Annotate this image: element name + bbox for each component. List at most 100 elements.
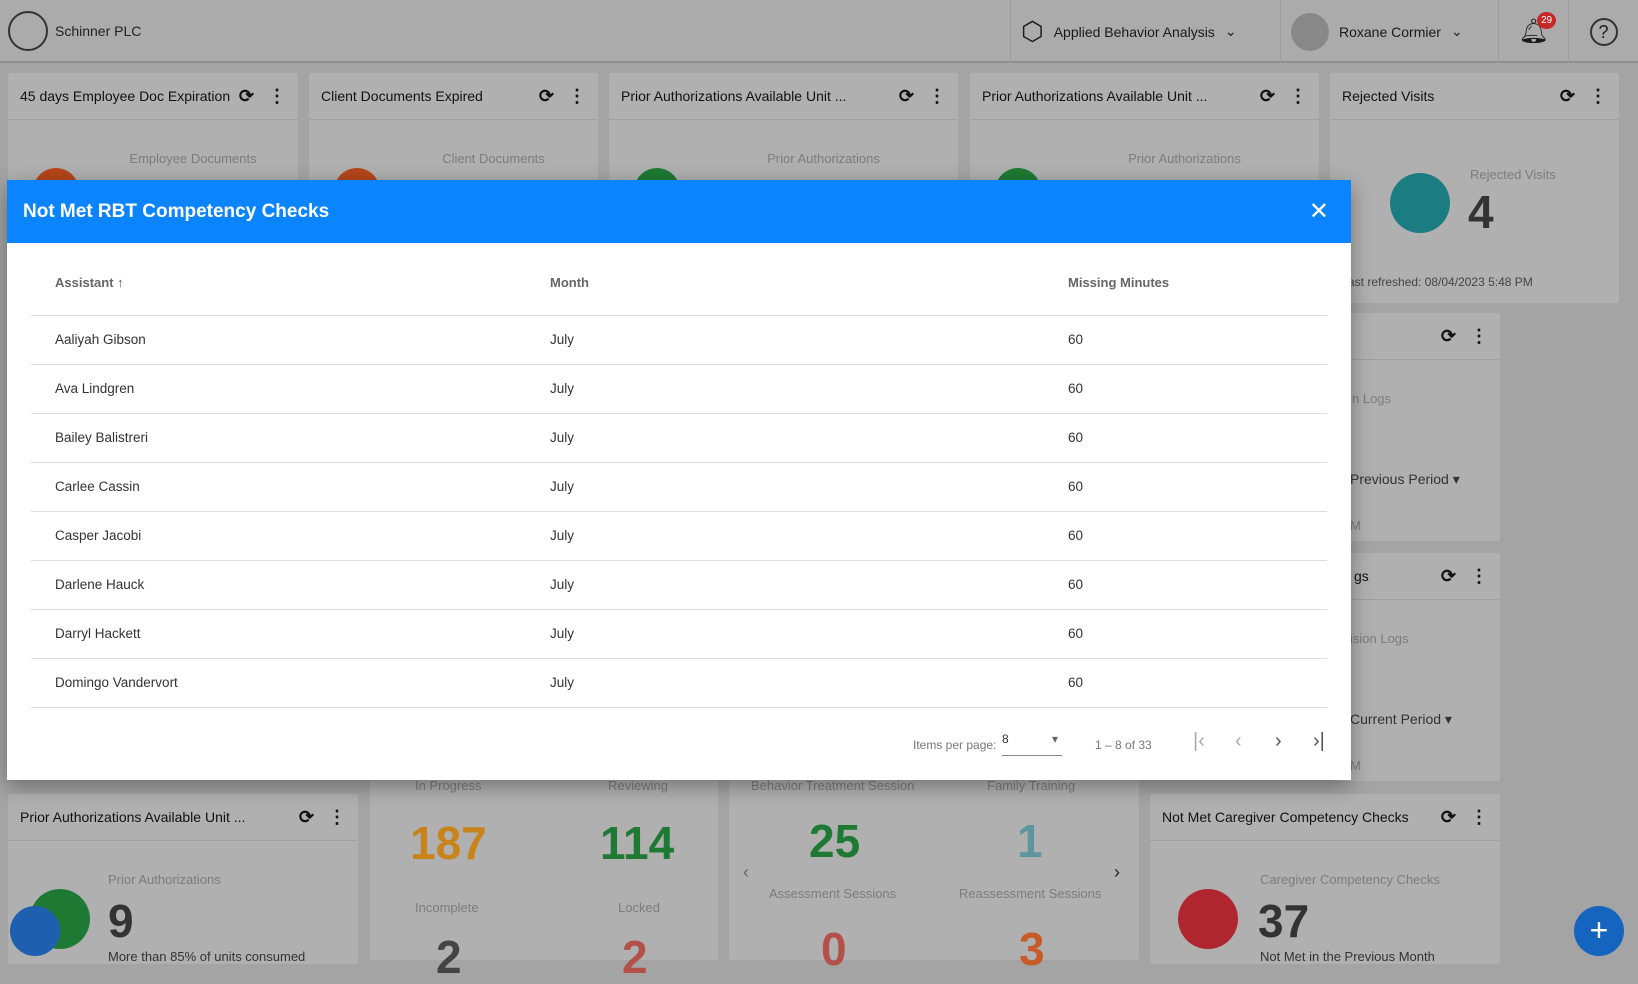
refresh-icon[interactable]: ⟳ — [539, 86, 554, 107]
top-header: Schinner PLC ⬡ Applied Behavior Analysis… — [0, 0, 1638, 63]
more-vert-icon[interactable]: ⋮ — [1470, 326, 1488, 347]
stat-value[interactable]: 1 — [1017, 814, 1043, 868]
modal-dialog: Not Met RBT Competency Checks ✕ Assistan… — [7, 180, 1351, 780]
refresh-icon[interactable]: ⟳ — [1441, 807, 1456, 828]
table-row[interactable]: Domingo Vandervort July 60 — [31, 658, 1327, 707]
refresh-icon[interactable]: ⟳ — [1441, 326, 1456, 347]
carousel-next-icon[interactable]: › — [1114, 862, 1120, 883]
more-vert-icon[interactable]: ⋮ — [1589, 86, 1607, 107]
notes-card: In Progress Reviewing 187 114 Incomplete… — [370, 778, 718, 983]
card-footer: M — [1350, 518, 1361, 533]
per-page-value: 8 — [1002, 732, 1009, 746]
column-header-month[interactable]: Month — [550, 275, 589, 290]
stat-value[interactable]: 2 — [436, 930, 462, 984]
card-title: Prior Authorizations Available Unit ... — [20, 809, 246, 825]
carousel-prev-icon[interactable]: ‹ — [743, 862, 749, 883]
module-name: Applied Behavior Analysis — [1053, 23, 1215, 40]
period-dropdown[interactable]: Current Period ▾ — [1350, 711, 1452, 728]
period-dropdown[interactable]: Previous Period ▾ — [1350, 471, 1460, 488]
more-vert-icon[interactable]: ⋮ — [1470, 566, 1488, 587]
card-subtitle: Rejected Visits — [1470, 167, 1556, 182]
last-refreshed: ast refreshed: 08/04/2023 5:48 PM — [1348, 275, 1533, 289]
period-value: Current Period — [1350, 711, 1442, 727]
stat-value[interactable]: 3 — [1019, 922, 1045, 976]
card-subtitle: Caregiver Competency Checks — [1260, 872, 1440, 887]
help-button[interactable]: ? — [1568, 0, 1638, 63]
prev-page-icon[interactable]: ‹ — [1235, 730, 1242, 753]
dashboard-card: gs ⟳ ⋮ ision Logs Current Period ▾ M — [1330, 553, 1500, 781]
sessions-card: Behavior Treatment Session Family Traini… — [729, 778, 1139, 975]
stat-label: Assessment Sessions — [769, 886, 897, 901]
next-page-icon[interactable]: › — [1275, 730, 1282, 753]
assistant-cell: Casper Jacobi — [55, 528, 142, 543]
document-icon — [1390, 173, 1450, 233]
more-vert-icon[interactable]: ⋮ — [328, 807, 346, 828]
user-name: Roxane Cormier — [1339, 23, 1441, 40]
module-selector[interactable]: ⬡ Applied Behavior Analysis ⌄ — [1010, 0, 1280, 63]
assistant-cell: Bailey Balistreri — [55, 430, 149, 445]
accessibility-widget-icon[interactable] — [10, 906, 60, 956]
table-bottom-divider — [31, 707, 1327, 708]
month-cell: July — [550, 577, 575, 592]
stat-label: Locked — [618, 900, 660, 915]
modal-title: Not Met RBT Competency Checks — [23, 200, 330, 222]
refresh-icon[interactable]: ⟳ — [239, 86, 254, 107]
last-page-icon[interactable]: ›| — [1313, 730, 1325, 753]
company-logo-icon — [8, 11, 48, 51]
column-header-assistant[interactable]: Assistant ↑ — [55, 275, 124, 290]
table-row[interactable]: Darlene Hauck July 60 — [31, 560, 1327, 609]
month-cell: July — [550, 332, 575, 347]
stat-label: In Progress — [415, 778, 482, 793]
more-vert-icon[interactable]: ⋮ — [568, 86, 586, 107]
assistant-cell: Darryl Hackett — [55, 626, 141, 641]
items-per-page-select[interactable]: 8 ▾ — [1002, 732, 1062, 756]
month-cell: July — [550, 381, 575, 396]
refresh-icon[interactable]: ⟳ — [299, 807, 314, 828]
card-subtitle: Employee Documents — [129, 151, 257, 166]
refresh-icon[interactable]: ⟳ — [1260, 86, 1275, 107]
dashboard-card: Prior Authorizations Available Unit ... ⟳… — [609, 73, 958, 214]
card-title: Not Met Caregiver Competency Checks — [1162, 809, 1409, 825]
assistant-cell: Domingo Vandervort — [55, 675, 178, 690]
table-row[interactable]: Carlee Cassin July 60 — [31, 462, 1327, 511]
first-page-icon[interactable]: |‹ — [1193, 730, 1205, 753]
column-header-missing-minutes[interactable]: Missing Minutes — [1068, 275, 1169, 290]
dropdown-arrow-icon: ▾ — [1051, 732, 1058, 746]
table-row[interactable]: Darryl Hackett July 60 — [31, 609, 1327, 658]
card-footer: More than 85% of units consumed — [108, 949, 306, 964]
stat-value[interactable]: 114 — [600, 816, 674, 870]
card-title: Prior Authorizations Available Unit ... — [982, 88, 1208, 104]
card-footer: M — [1350, 758, 1361, 773]
add-fab-button[interactable]: + — [1574, 906, 1624, 956]
missing-minutes-cell: 60 — [1068, 626, 1084, 641]
stat-value[interactable]: 187 — [410, 816, 487, 870]
card-subtitle: Prior Authorizations — [1128, 151, 1241, 166]
missing-minutes-cell: 60 — [1068, 675, 1084, 690]
close-icon[interactable]: ✕ — [1309, 197, 1329, 226]
company-name: Schinner PLC — [55, 23, 142, 39]
table-row[interactable]: Casper Jacobi July 60 — [31, 511, 1327, 560]
missing-minutes-cell: 60 — [1068, 332, 1084, 347]
more-vert-icon[interactable]: ⋮ — [1470, 807, 1488, 828]
refresh-icon[interactable]: ⟳ — [1560, 86, 1575, 107]
stat-value[interactable]: 25 — [809, 814, 860, 868]
module-icon: ⬡ — [1021, 16, 1044, 46]
stat-value[interactable]: 0 — [821, 922, 847, 976]
notifications-button[interactable]: 🔔︎ 29 — [1498, 0, 1568, 63]
more-vert-icon[interactable]: ⋮ — [928, 86, 946, 107]
dashboard-card: Rejected Visits ⟳ ⋮ Rejected Visits 4 ast ref… — [1330, 73, 1619, 303]
table-row[interactable]: Ava Lindgren July 60 — [31, 364, 1327, 413]
table-row[interactable]: Bailey Balistreri July 60 — [31, 413, 1327, 462]
user-menu[interactable]: Roxane Cormier ⌄ — [1280, 0, 1498, 63]
more-vert-icon[interactable]: ⋮ — [1289, 86, 1307, 107]
refresh-icon[interactable]: ⟳ — [899, 86, 914, 107]
table-row[interactable]: Aaliyah Gibson July 60 — [31, 315, 1327, 364]
period-value: Previous Period — [1350, 471, 1449, 487]
pagination-range: 1 – 8 of 33 — [1095, 738, 1152, 752]
more-vert-icon[interactable]: ⋮ — [268, 86, 286, 107]
avatar — [1291, 12, 1329, 51]
caregiver-card: Not Met Caregiver Competency Checks ⟳ ⋮ Ca… — [1150, 794, 1500, 964]
stat-value[interactable]: 2 — [622, 930, 648, 984]
refresh-icon[interactable]: ⟳ — [1441, 566, 1456, 587]
stat-label: Reassessment Sessions — [959, 886, 1102, 901]
